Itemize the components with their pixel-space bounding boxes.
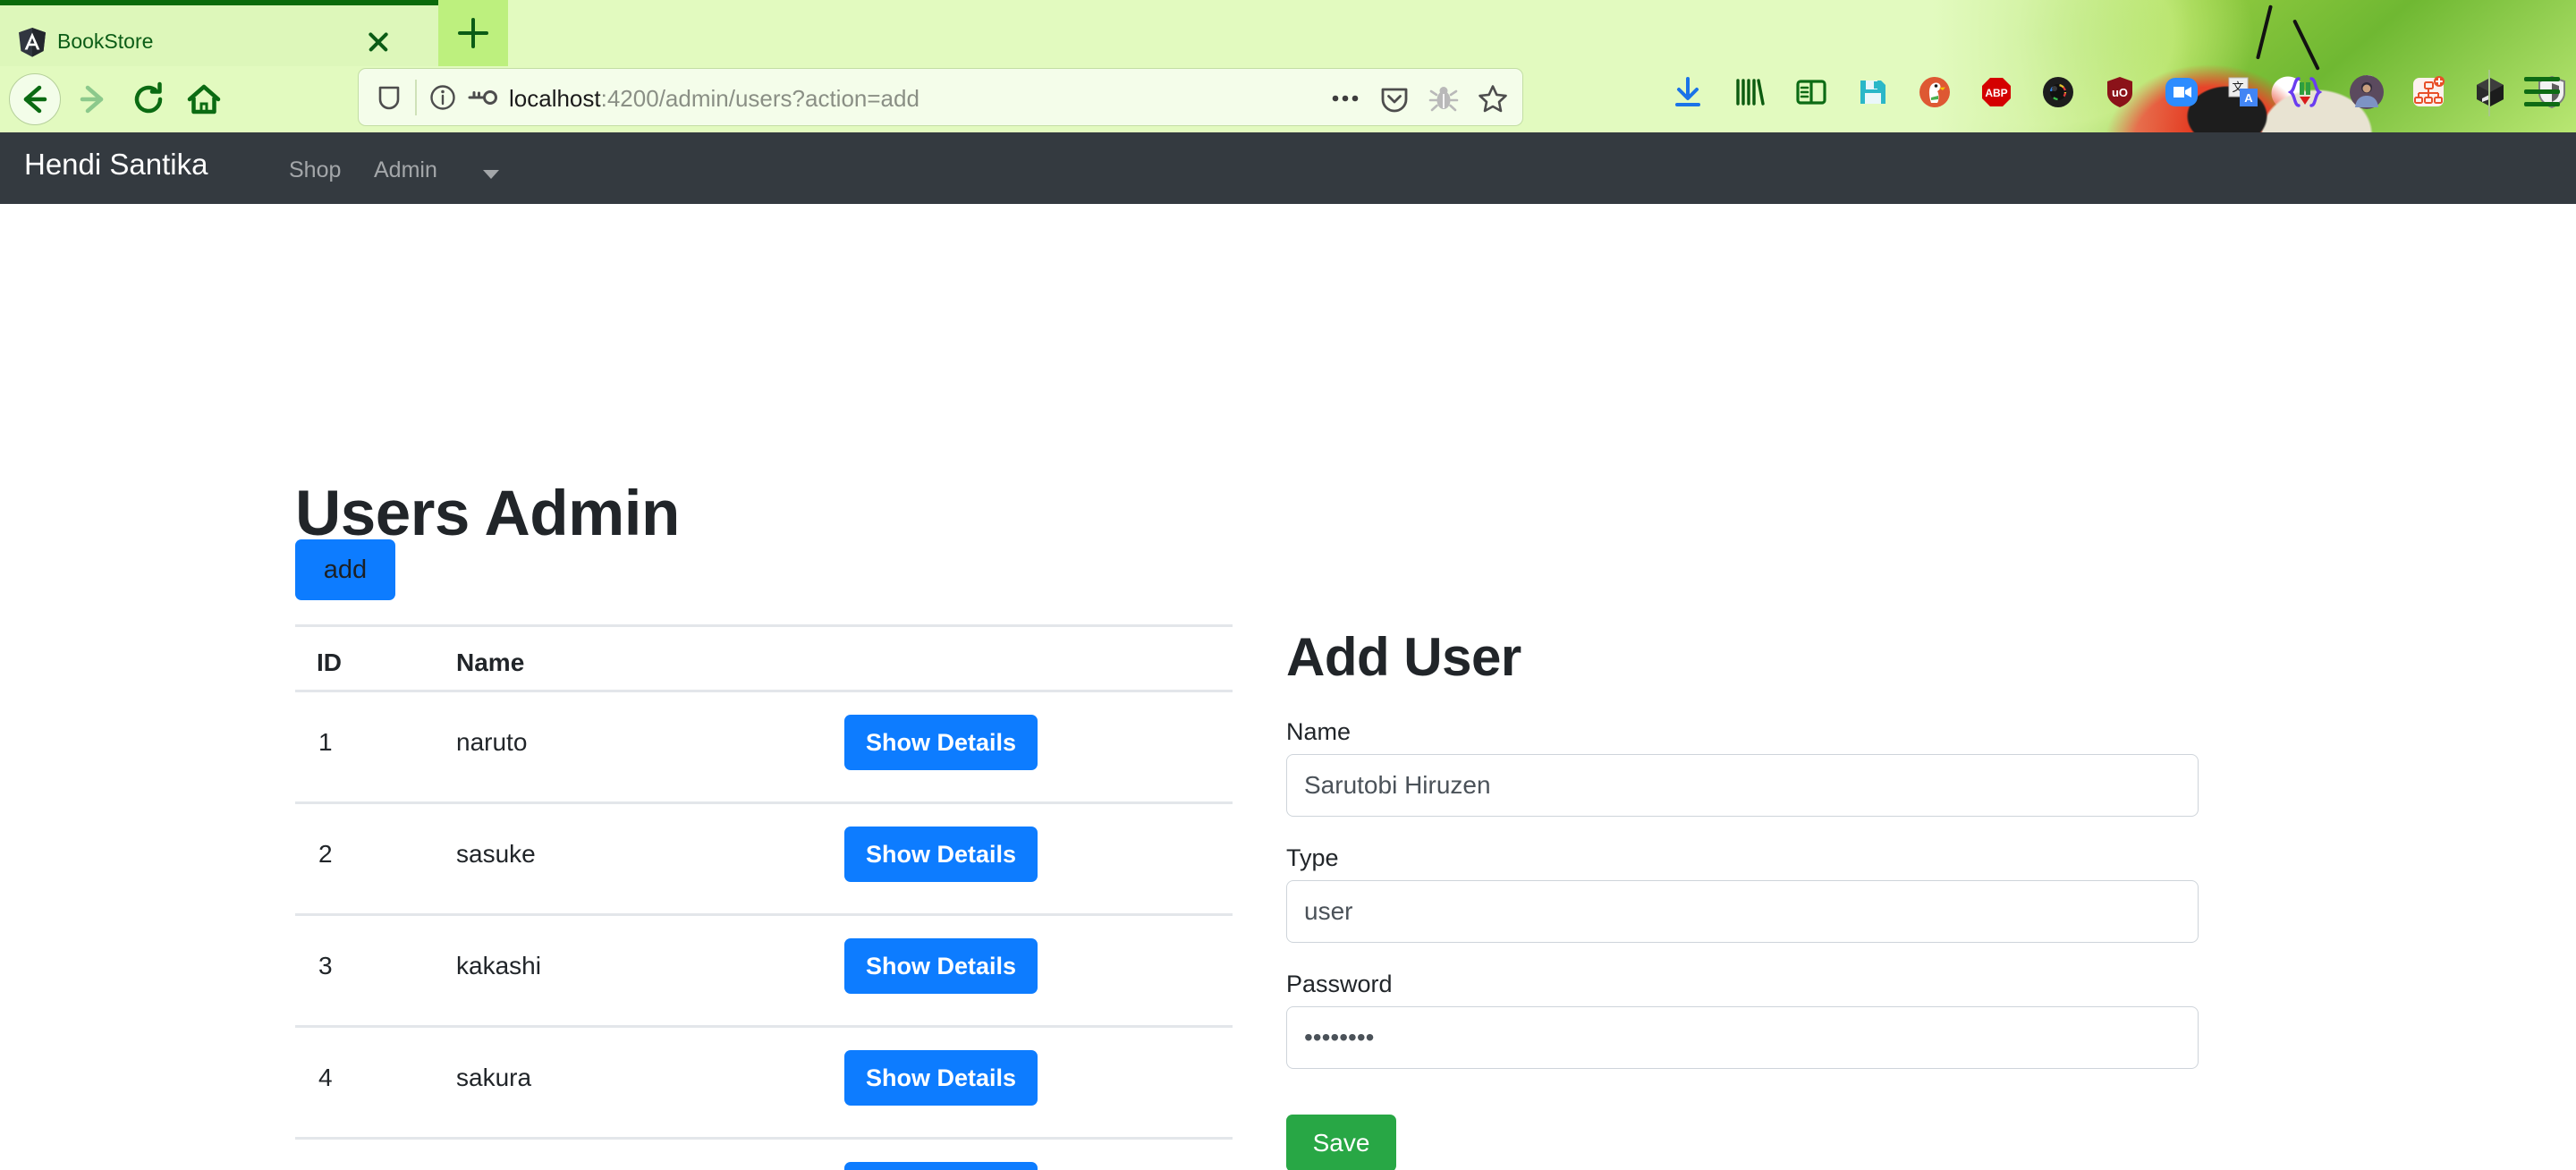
- show-details-button[interactable]: Show Details: [844, 715, 1038, 770]
- show-details-button[interactable]: Show Details: [844, 1050, 1038, 1106]
- name-field-label: Name: [1286, 718, 1352, 745]
- table-row: 2 sasuke Show Details: [295, 801, 1233, 913]
- form-heading: Add User: [1286, 627, 1521, 687]
- brand-title[interactable]: Hendi Santika: [24, 148, 208, 182]
- type-field-label: Type: [1286, 844, 1339, 871]
- browser-chrome: BookStore localhost:4200/admin/users?act…: [0, 0, 2576, 132]
- column-header-id: ID: [317, 649, 342, 676]
- downloads-icon[interactable]: [1669, 73, 1707, 111]
- json-formatter-icon[interactable]: [2286, 73, 2324, 111]
- show-details-button[interactable]: Show Details: [844, 1162, 1038, 1170]
- table-row: 4 sakura Show Details: [295, 1025, 1233, 1137]
- add-button[interactable]: add: [295, 539, 395, 600]
- camera-lens-icon[interactable]: [2039, 73, 2077, 111]
- chevron-down-icon[interactable]: [483, 170, 499, 179]
- name-field[interactable]: [1286, 754, 2199, 817]
- users-table: ID Name 1 naruto Show Details 2 sasuke S…: [295, 624, 1233, 1170]
- nav-link-admin[interactable]: Admin: [374, 157, 437, 183]
- reload-icon[interactable]: [128, 79, 169, 120]
- zoom-meeting-icon[interactable]: [2163, 73, 2200, 111]
- cell-name: sakura: [456, 1064, 532, 1091]
- svg-text:ABP: ABP: [1985, 87, 2007, 99]
- tab-title: BookStore: [57, 30, 154, 53]
- tab-strip-empty-area: [508, 0, 2576, 66]
- home-icon[interactable]: [183, 79, 225, 120]
- new-tab-button[interactable]: [438, 0, 508, 66]
- cell-id: 4: [318, 1064, 333, 1091]
- user-avatar-icon[interactable]: [2348, 73, 2385, 111]
- library-icon[interactable]: [1731, 73, 1768, 111]
- show-details-button[interactable]: Show Details: [844, 938, 1038, 994]
- save-page-icon[interactable]: [1854, 73, 1892, 111]
- forward-icon: [72, 79, 113, 120]
- save-button[interactable]: Save: [1286, 1115, 1396, 1170]
- svg-text:uO: uO: [2112, 86, 2128, 99]
- google-translate-icon[interactable]: 文 A: [2224, 73, 2262, 111]
- sitemap-add-icon[interactable]: [2410, 73, 2447, 111]
- tab-strip: BookStore: [0, 0, 2576, 66]
- menu-line-1: [2524, 77, 2560, 81]
- password-field[interactable]: [1286, 1006, 2199, 1069]
- adblock-plus-icon[interactable]: ABP: [1978, 73, 2015, 111]
- tab-bookstore[interactable]: BookStore: [0, 0, 438, 66]
- table-header-row: ID Name: [295, 624, 1233, 690]
- back-icon[interactable]: [14, 79, 55, 120]
- column-header-name: Name: [456, 649, 525, 676]
- cell-name: kakashi: [456, 952, 541, 979]
- toolbar-divider: [2488, 70, 2490, 116]
- type-field[interactable]: [1286, 880, 2199, 943]
- application-menu-icon[interactable]: [2524, 77, 2560, 107]
- password-field-label: Password: [1286, 971, 1393, 997]
- cell-name: sasuke: [456, 840, 536, 868]
- page-content: Users Admin add ID Name 1 naruto Show De…: [0, 204, 2576, 1170]
- sidebar-toggle-icon[interactable]: [1792, 73, 1830, 111]
- svg-text:A: A: [2244, 91, 2253, 105]
- duckduckgo-icon[interactable]: [1916, 73, 1953, 111]
- table-row: 5 Asuma Sarutobi Show Details: [295, 1137, 1233, 1170]
- menu-line-2: [2524, 89, 2560, 94]
- cell-id: 3: [318, 952, 333, 979]
- cell-id: 1: [318, 728, 333, 756]
- cell-name: naruto: [456, 728, 528, 756]
- add-user-form: Add User Name Type Password Save: [1286, 624, 2199, 1170]
- app-navbar: Hendi Santika Shop Admin: [0, 132, 2576, 204]
- show-details-button[interactable]: Show Details: [844, 827, 1038, 882]
- table-row: 3 kakashi Show Details: [295, 913, 1233, 1025]
- table-row: 1 naruto Show Details: [295, 690, 1233, 801]
- nav-link-shop[interactable]: Shop: [289, 157, 341, 183]
- black-cube-icon[interactable]: [2471, 73, 2509, 111]
- cell-id: 2: [318, 840, 333, 868]
- close-tab-icon[interactable]: [360, 24, 396, 58]
- ublock-origin-icon[interactable]: uO: [2101, 73, 2139, 111]
- menu-line-3: [2524, 102, 2560, 106]
- angular-shield-icon: [18, 27, 47, 57]
